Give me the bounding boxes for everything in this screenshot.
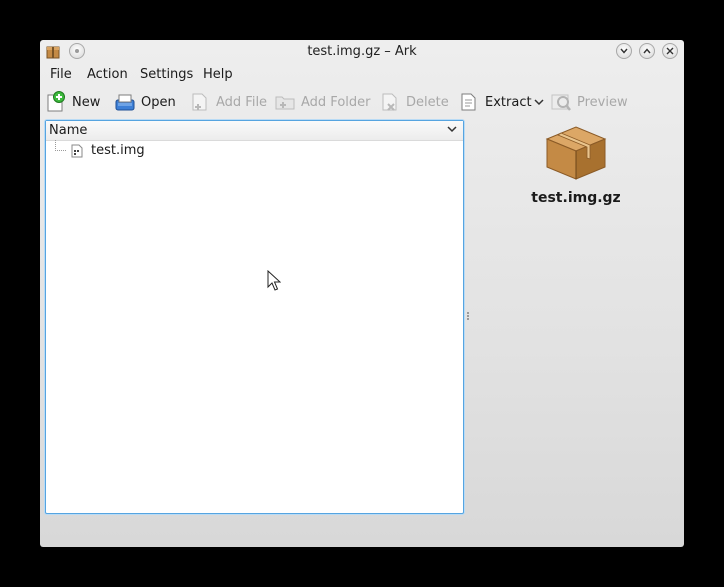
disk-image-file-icon [71,144,83,158]
new-label: New [72,94,101,110]
title-bar[interactable]: test.img.gz – Ark [40,40,684,64]
add-folder-icon [275,96,295,110]
maximize-button[interactable] [639,43,655,59]
new-button[interactable]: New [45,88,100,116]
chevron-down-icon [534,98,544,105]
mouse-cursor-icon [267,270,281,291]
open-archive-icon [115,94,135,111]
file-name: test.img [91,143,145,158]
menu-action[interactable]: Action [87,67,128,82]
open-button[interactable]: Open [114,88,176,116]
window-title: test.img.gz – Ark [307,44,417,59]
preview-button[interactable]: Preview [550,88,628,116]
chevron-down-icon [620,48,628,54]
minimize-button[interactable] [616,43,632,59]
archive-box-icon [545,126,607,180]
menu-settings[interactable]: Settings [140,67,193,82]
tree-header[interactable]: Name [46,121,463,141]
menu-file[interactable]: File [50,67,72,82]
archive-name-label: test.img.gz [531,190,621,206]
extract-button[interactable]: Extract [458,88,532,116]
close-icon [666,47,674,55]
extract-icon [461,93,476,111]
delete-label: Delete [406,94,449,110]
main-toolbar: New Open Add File Add Folder Delete Extr… [40,88,684,116]
add-file-button[interactable]: Add File [189,88,267,116]
preview-icon [551,94,571,111]
tree-branch-line [55,140,66,151]
chevron-up-icon [643,48,651,54]
table-row[interactable]: test.img [46,140,463,160]
extract-menu-button[interactable] [534,88,544,116]
add-folder-button[interactable]: Add Folder [274,88,370,116]
column-header-name[interactable]: Name [49,123,87,138]
delete-icon [382,93,397,111]
new-archive-icon [47,91,65,112]
extract-label: Extract [485,94,532,110]
close-button[interactable] [662,43,678,59]
delete-button[interactable]: Delete [379,88,449,116]
menu-help[interactable]: Help [203,67,233,82]
ark-window: test.img.gz – Ark File Action Settings H… [40,40,684,547]
open-label: Open [141,94,176,110]
add-file-icon [192,93,207,111]
preview-label: Preview [577,94,628,110]
add-folder-label: Add Folder [301,94,371,110]
add-file-label: Add File [216,94,268,110]
menu-bar: File Action Settings Help [40,65,684,85]
archive-content-tree[interactable]: Name test.img [45,120,464,514]
panel-splitter[interactable] [467,312,469,320]
chevron-down-icon[interactable] [447,126,457,133]
